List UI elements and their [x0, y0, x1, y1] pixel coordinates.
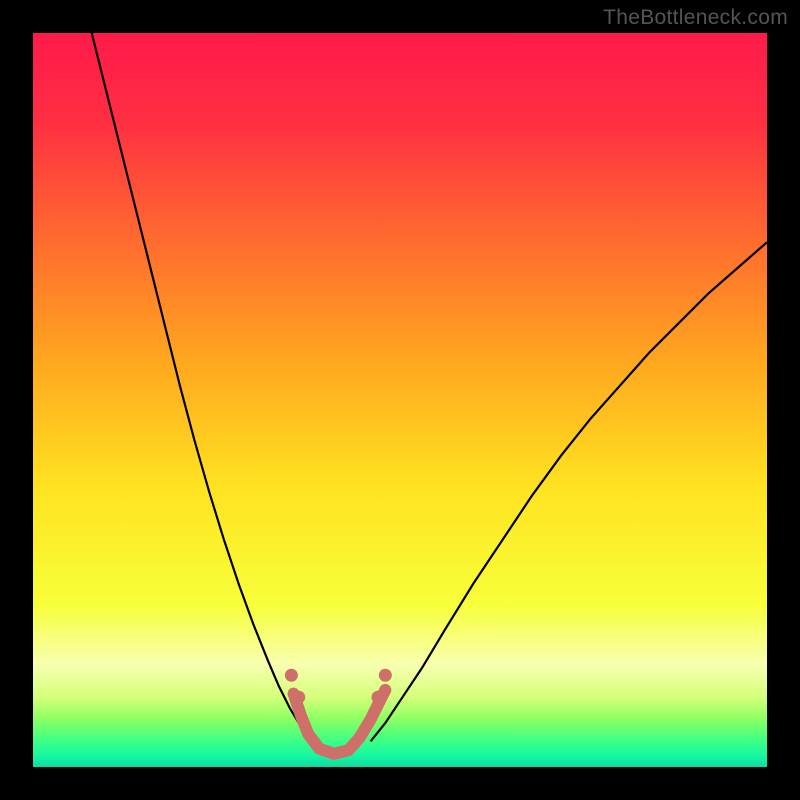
trough-dot	[285, 669, 298, 682]
trough-dot	[292, 691, 305, 704]
watermark-label: TheBottleneck.com	[603, 6, 788, 30]
trough-dot	[379, 669, 392, 682]
series-left-curve	[92, 33, 312, 741]
series-right-curve	[371, 242, 767, 741]
trough-dot	[371, 691, 384, 704]
series-trough-segment	[294, 690, 386, 754]
plot-area	[33, 33, 767, 767]
chart-curves	[33, 33, 767, 767]
chart-frame: TheBottleneck.com	[0, 0, 800, 800]
